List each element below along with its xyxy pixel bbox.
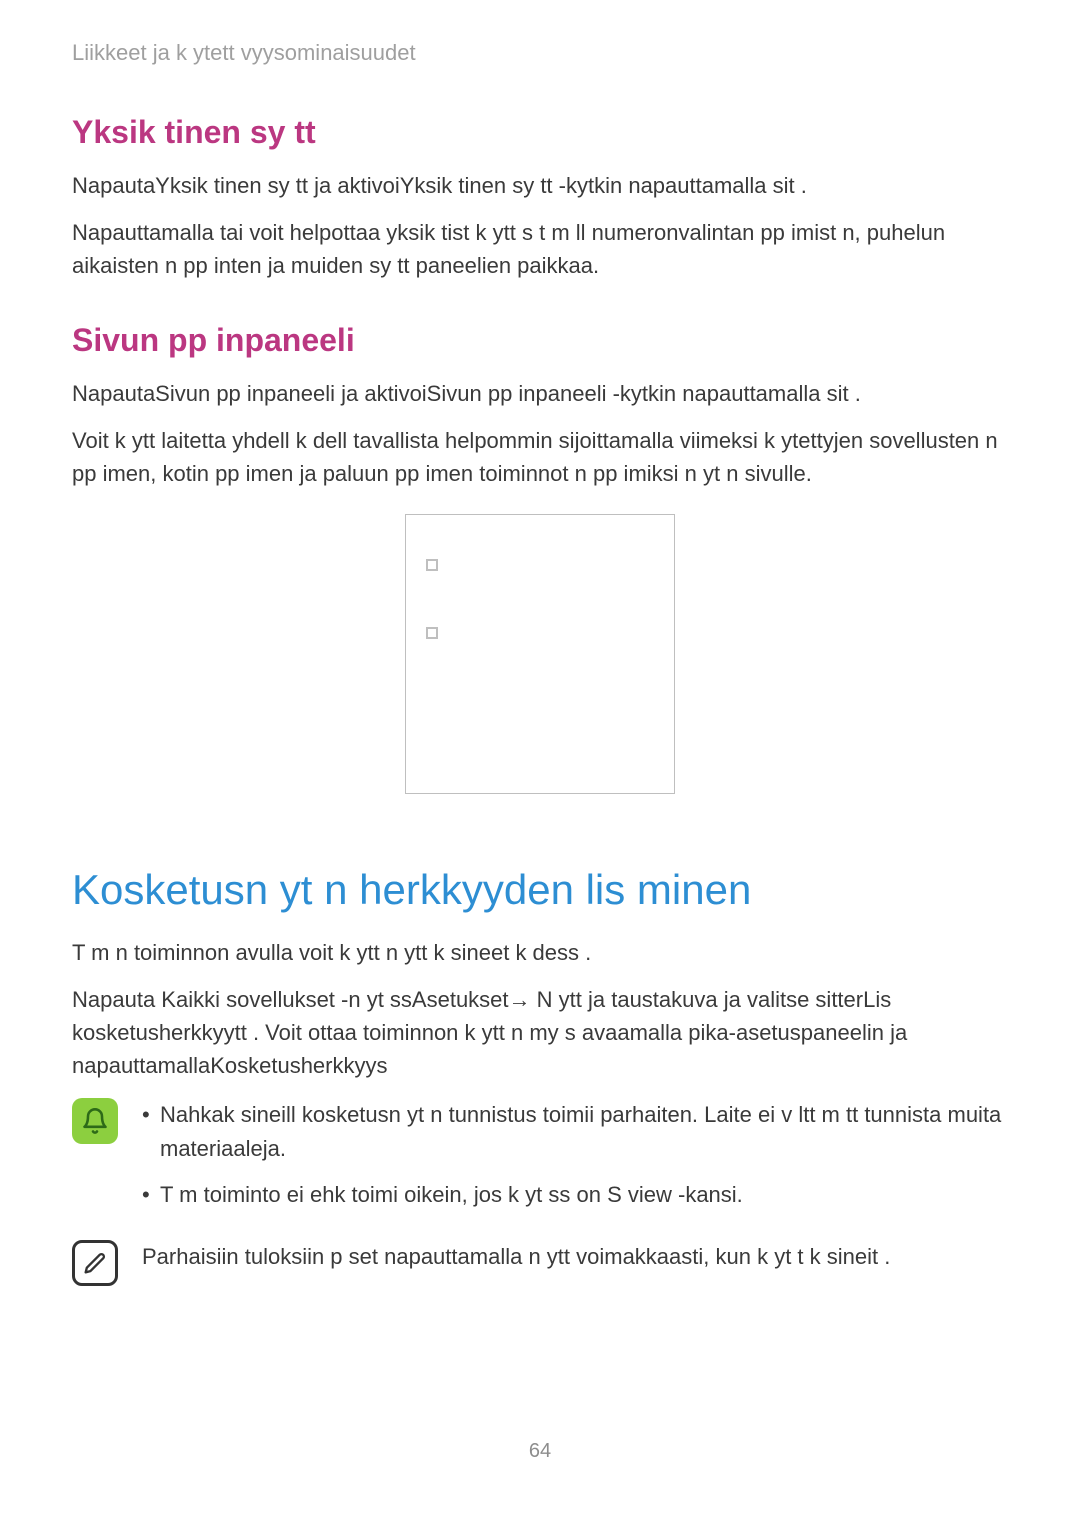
- para-yks-2: Napauttamalla tai voit helpottaa yksik t…: [72, 216, 1008, 282]
- para-main-2: Napauta Kaikki sovellukset -n yt ssAsetu…: [72, 983, 1008, 1082]
- illustration-placeholder: [405, 514, 675, 794]
- note-block-memo: Parhaisiin tuloksiin p set napauttamalla…: [72, 1240, 1008, 1286]
- heading-yksikainen-syott: Yksik tinen sy tt: [72, 114, 1008, 151]
- list-item: • T m toiminto ei ehk toimi oikein, jos …: [142, 1178, 1008, 1212]
- memo-text: Parhaisiin tuloksiin p set napauttamalla…: [142, 1240, 1008, 1274]
- bell-icon: [72, 1098, 118, 1144]
- para-sivu-2: Voit k ytt laitetta yhdell k dell tavall…: [72, 424, 1008, 490]
- memo-icon: [72, 1240, 118, 1286]
- note-body: • Nahkak sineill kosketusn yt n tunnistu…: [142, 1098, 1008, 1224]
- placeholder-square-icon: [426, 627, 438, 639]
- bullet-dot-icon: •: [142, 1178, 148, 1212]
- breadcrumb: Liikkeet ja k ytett vyysominaisuudet: [72, 40, 1008, 66]
- heading-sivun-painpaneeli: Sivun pp inpaneeli: [72, 322, 1008, 359]
- para-main-1: T m n toiminnon avulla voit k ytt n ytt …: [72, 936, 1008, 969]
- placeholder-square-icon: [426, 559, 438, 571]
- note-block-bell: • Nahkak sineill kosketusn yt n tunnistu…: [72, 1098, 1008, 1224]
- para-sivu-1: NapautaSivun pp inpaneeli ja aktivoiSivu…: [72, 377, 1008, 410]
- list-item: • Nahkak sineill kosketusn yt n tunnistu…: [142, 1098, 1008, 1166]
- heading-kosketusnayton-herkkyys: Kosketusn yt n herkkyyden lis minen: [72, 866, 1008, 914]
- bullet-text: T m toiminto ei ehk toimi oikein, jos k …: [160, 1178, 1008, 1212]
- para-yks-1: NapautaYksik tinen sy tt ja aktivoiYksik…: [72, 169, 1008, 202]
- page-number: 64: [0, 1440, 1080, 1463]
- bullet-text: Nahkak sineill kosketusn yt n tunnistus …: [160, 1098, 1008, 1166]
- bullet-dot-icon: •: [142, 1098, 148, 1166]
